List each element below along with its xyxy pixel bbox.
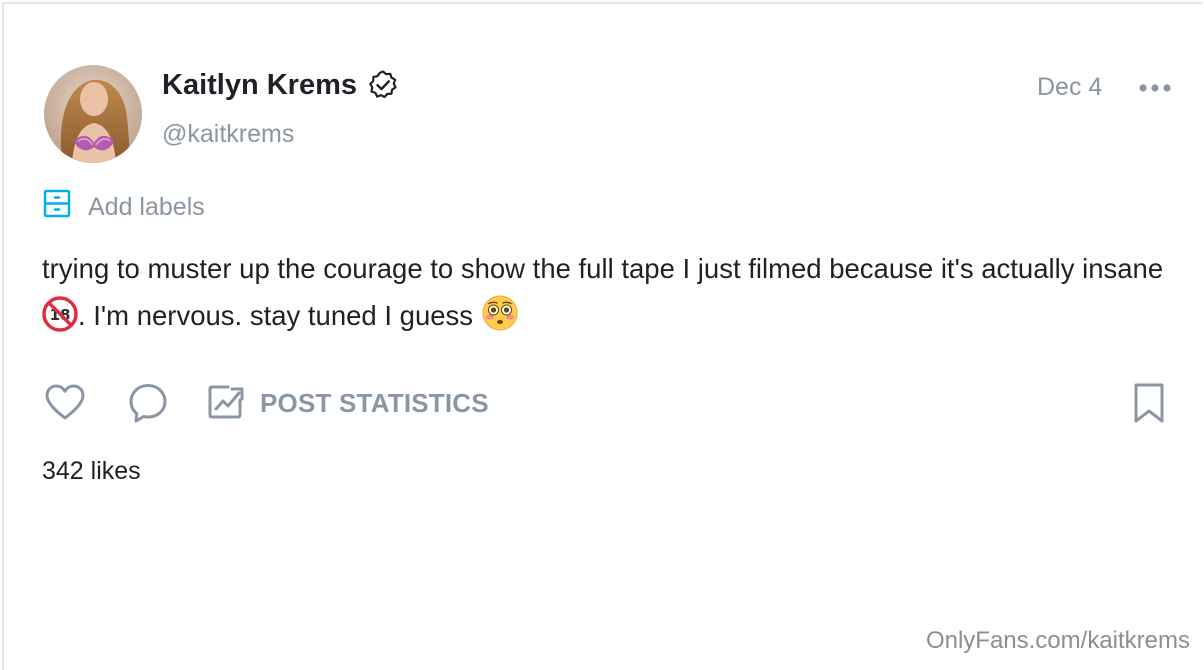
add-labels-button[interactable]: Add labels [42, 188, 205, 225]
watermark: OnlyFans.com/kaitkrems [925, 627, 1190, 654]
add-labels-label: Add labels [88, 192, 205, 221]
post-statistics-label: POST STATISTICS [260, 387, 489, 418]
post-card: Kaitlyn Krems @kaitkrems Dec 4 Add label [2, 2, 1202, 670]
bookmark-icon[interactable] [1129, 380, 1169, 431]
more-dots-icon[interactable] [1136, 76, 1176, 100]
post-statistics-button[interactable]: POST STATISTICS [206, 380, 489, 426]
verified-badge-icon [367, 69, 399, 101]
likes-count[interactable]: 342 likes [42, 454, 141, 488]
author-name-row[interactable]: Kaitlyn Krems [162, 67, 399, 103]
avatar[interactable] [44, 65, 142, 163]
statistics-chart-icon [206, 381, 246, 426]
labels-icon [42, 188, 72, 225]
post-actions: POST STATISTICS [42, 380, 1172, 426]
flushed-face-emoji [481, 294, 519, 346]
post-text-part2: . I'm nervous. stay tuned I guess [78, 300, 474, 331]
author-handle[interactable]: @kaitkrems [162, 117, 294, 151]
avatar-image [44, 65, 142, 163]
post-text: trying to muster up the courage to show … [42, 245, 1172, 346]
comment-icon[interactable] [126, 380, 172, 431]
post-date[interactable]: Dec 4 [1037, 70, 1102, 104]
author-name[interactable]: Kaitlyn Krems [162, 67, 357, 103]
post-text-part1: trying to muster up the courage to show … [42, 253, 1164, 284]
no-one-under-eighteen-emoji: 18 [42, 296, 78, 346]
heart-icon[interactable] [42, 380, 88, 431]
